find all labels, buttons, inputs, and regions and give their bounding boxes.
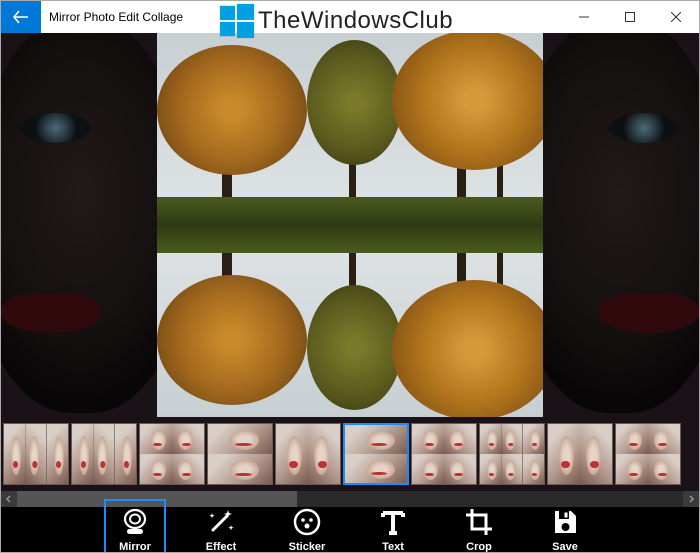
back-button[interactable]	[1, 1, 41, 33]
effect-button[interactable]: Effect	[190, 499, 252, 553]
save-icon	[550, 507, 580, 537]
mirror-layout-thumb[interactable]	[71, 423, 137, 485]
mirror-label: Mirror	[119, 541, 151, 553]
mirror-layout-thumb[interactable]	[3, 423, 69, 485]
text-label: Text	[382, 541, 404, 553]
mirror-layout-thumb[interactable]	[479, 423, 545, 485]
mirror-layout-thumb[interactable]	[547, 423, 613, 485]
mirror-layout-thumb[interactable]	[411, 423, 477, 485]
brand-logo-icon	[218, 2, 256, 40]
mirror-layout-thumbnails	[1, 421, 699, 493]
app-window: Mirror Photo Edit Collage TheWindowsClub	[0, 0, 700, 553]
save-label: Save	[552, 541, 578, 553]
scroll-right-button[interactable]	[683, 491, 699, 507]
text-button[interactable]: Text	[362, 499, 424, 553]
text-icon	[378, 507, 408, 537]
mirror-button[interactable]: Mirror	[104, 499, 166, 553]
mirror-layout-thumb[interactable]	[615, 423, 681, 485]
chevron-right-icon	[687, 495, 695, 503]
crop-label: Crop	[466, 541, 492, 553]
mirror-layout-thumb[interactable]	[207, 423, 273, 485]
crop-button[interactable]: Crop	[448, 499, 510, 553]
scroll-left-button[interactable]	[1, 491, 17, 507]
preview-canvas[interactable]	[157, 33, 543, 417]
mirror-layout-thumb[interactable]	[275, 423, 341, 485]
minimize-icon	[579, 12, 589, 22]
minimize-button[interactable]	[561, 1, 607, 33]
sticker-icon	[292, 507, 322, 537]
close-button[interactable]	[653, 1, 699, 33]
effect-label: Effect	[206, 541, 237, 553]
sticker-label: Sticker	[289, 541, 326, 553]
brand-overlay: TheWindowsClub	[218, 0, 453, 42]
wand-icon	[206, 507, 236, 537]
save-button[interactable]: Save	[534, 499, 596, 553]
close-icon	[671, 12, 681, 22]
maximize-button[interactable]	[607, 1, 653, 33]
chevron-left-icon	[5, 495, 13, 503]
mirror-icon	[120, 507, 150, 537]
brand-name: TheWindowsClub	[258, 7, 453, 35]
mirror-layout-thumb[interactable]	[343, 423, 409, 485]
crop-icon	[464, 507, 494, 537]
back-arrow-icon	[13, 9, 29, 25]
window-title: Mirror Photo Edit Collage	[41, 10, 183, 24]
mirror-layout-thumb[interactable]	[139, 423, 205, 485]
editor-area: Mirror Effect Sticker Text Crop Save	[1, 33, 699, 552]
bottom-toolbar: Mirror Effect Sticker Text Crop Save	[1, 507, 699, 552]
maximize-icon	[625, 12, 635, 22]
sticker-button[interactable]: Sticker	[276, 499, 338, 553]
window-controls	[561, 1, 699, 33]
